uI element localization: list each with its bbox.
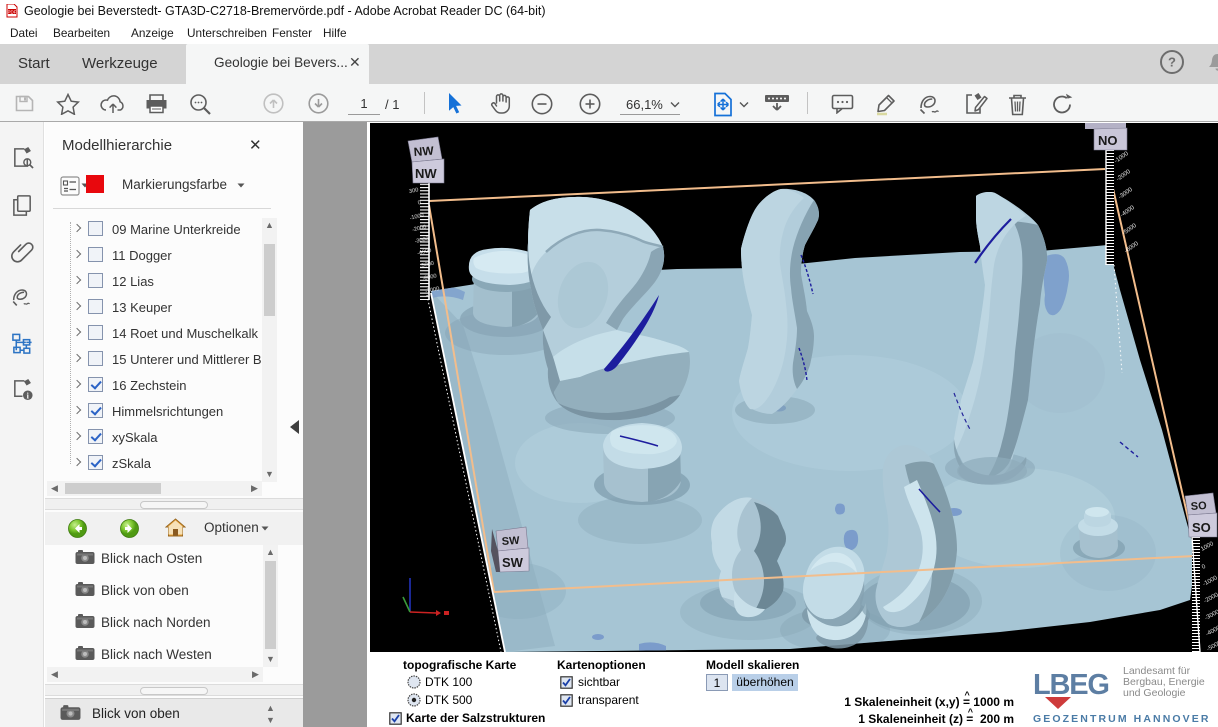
svg-text:?: ?	[1168, 55, 1176, 70]
svg-text:NO: NO	[1098, 133, 1118, 148]
svg-text:NW: NW	[413, 144, 435, 159]
svg-text:SO: SO	[1190, 500, 1207, 513]
svg-text:SW: SW	[502, 555, 524, 570]
svg-text:NW: NW	[415, 166, 437, 181]
svg-text:SO: SO	[1192, 520, 1211, 535]
svg-text:PDF: PDF	[8, 9, 17, 14]
svg-text:SW: SW	[501, 535, 520, 548]
